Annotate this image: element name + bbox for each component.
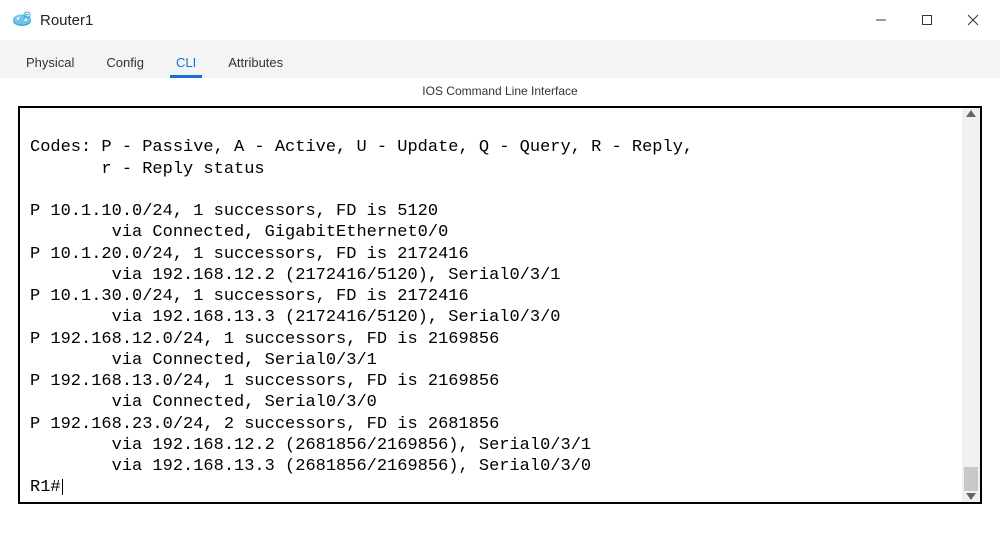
window-controls <box>872 11 982 29</box>
close-button[interactable] <box>964 11 982 29</box>
scroll-track[interactable] <box>962 117 980 493</box>
tab-attributes[interactable]: Attributes <box>212 45 299 78</box>
title-bar: Router1 <box>0 0 1000 40</box>
tab-bar: Physical Config CLI Attributes <box>0 40 1000 78</box>
cli-terminal[interactable]: Codes: P - Passive, A - Active, U - Upda… <box>18 106 982 504</box>
tab-cli[interactable]: CLI <box>160 45 212 78</box>
maximize-button[interactable] <box>918 11 936 29</box>
tab-config[interactable]: Config <box>90 45 160 78</box>
tab-physical[interactable]: Physical <box>10 45 90 78</box>
cli-prompt[interactable]: R1# <box>30 478 61 497</box>
scroll-up-icon[interactable] <box>966 110 976 117</box>
scroll-down-icon[interactable] <box>966 493 976 500</box>
cli-header-label: IOS Command Line Interface <box>0 78 1000 106</box>
cli-scrollbar[interactable] <box>962 108 980 502</box>
cli-output[interactable]: Codes: P - Passive, A - Active, U - Upda… <box>20 108 962 502</box>
scroll-thumb[interactable] <box>964 467 978 491</box>
window-title: Router1 <box>40 12 93 29</box>
minimize-button[interactable] <box>872 11 890 29</box>
cli-cursor <box>62 479 63 495</box>
router-icon <box>12 10 32 30</box>
